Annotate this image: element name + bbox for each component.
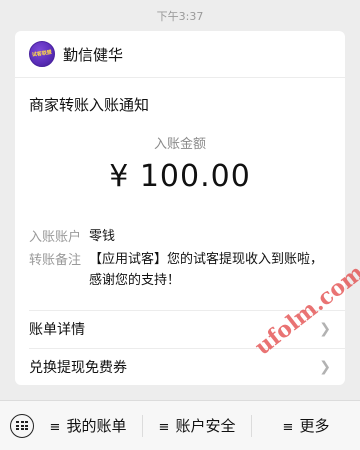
detail-value: 零钱	[89, 229, 116, 244]
link-label: 账单详情	[29, 322, 85, 338]
menu-icon: ≡	[158, 420, 170, 435]
detail-value: 【应用试客】您的试客提现收入到账啦，感谢您的支持！	[89, 252, 324, 288]
amount-label: 入账金额	[153, 137, 206, 152]
menu-more[interactable]: ≡ 更多	[252, 415, 360, 436]
account-name: 勤信健华	[63, 45, 124, 64]
amount-value: ¥ 100.00	[109, 159, 251, 194]
official-account-header[interactable]: 试客联盟 勤信健华	[15, 31, 345, 78]
menu-my-bills[interactable]: ≡ 我的账单	[34, 415, 142, 436]
account-avatar[interactable]: 试客联盟	[29, 41, 55, 67]
notice-title: 商家转账入账通知	[29, 96, 150, 114]
detail-row-account: 入账账户 零钱	[29, 226, 329, 247]
menu-icon: ≡	[49, 420, 61, 435]
redeem-voucher-link[interactable]: 兑换提现免费券 ❯	[29, 349, 331, 385]
detail-label: 入账账户	[29, 230, 82, 245]
chevron-right-icon: ❯	[319, 321, 331, 337]
detail-row-remark: 转账备注 【应用试客】您的试客提现收入到账啦，感谢您的支持！	[29, 249, 329, 291]
bottom-menu-bar: ≡ 我的账单 ≡ 账户安全 ≡ 更多	[0, 400, 360, 450]
avatar-logo-text: 试客联盟	[31, 49, 53, 58]
detail-label: 转账备注	[29, 253, 82, 268]
message-timestamp: 下午3:37	[156, 10, 204, 23]
menu-icon: ≡	[282, 420, 294, 435]
menu-account-security[interactable]: ≡ 账户安全	[143, 415, 251, 436]
chevron-right-icon: ❯	[319, 359, 331, 375]
menu-label: 我的账单	[66, 417, 127, 435]
keyboard-icon[interactable]	[10, 413, 34, 438]
menu-label: 账户安全	[175, 417, 236, 435]
link-label: 兑换提现免费券	[29, 360, 127, 376]
menu-label: 更多	[299, 417, 330, 435]
